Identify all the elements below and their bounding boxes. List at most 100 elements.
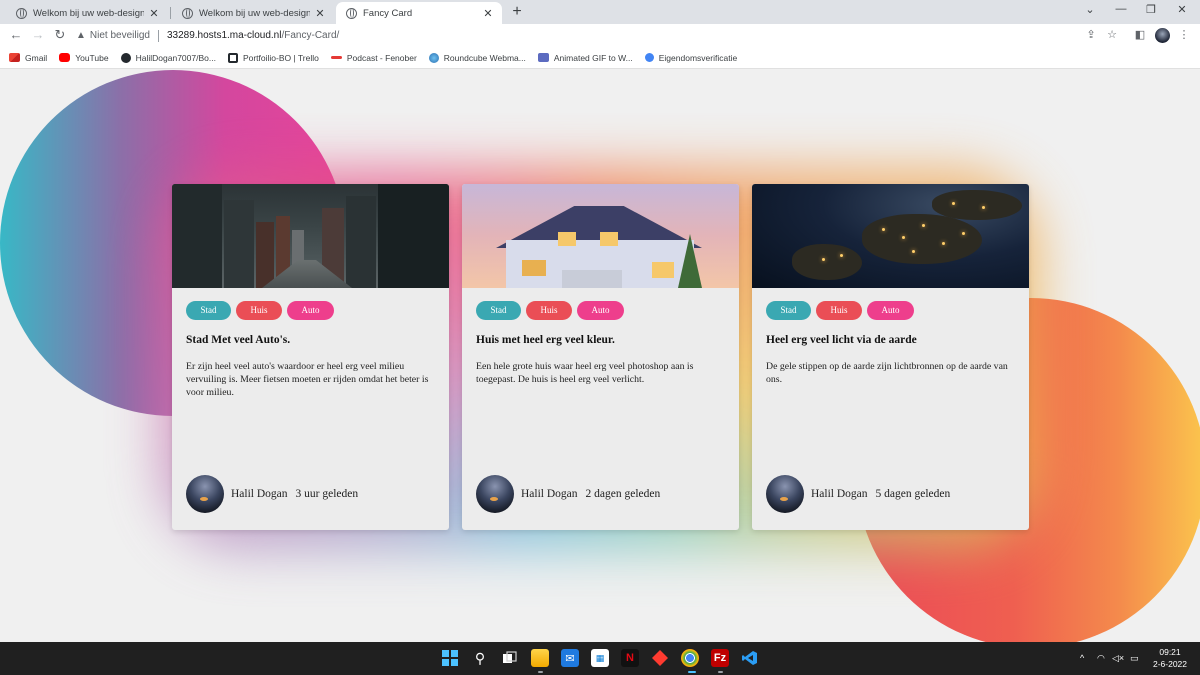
back-button[interactable]: ← [8,27,24,42]
github-icon [120,52,131,63]
author-avatar [186,475,224,513]
author-avatar [766,475,804,513]
trello-icon [227,52,238,63]
bookmarks-bar: Gmail YouTube HalilDogan7007/Bo... Portf… [0,47,1200,69]
tray-overflow-icon[interactable]: ^ [1080,653,1084,663]
bookmark-verification[interactable]: Eigendomsverificatie [644,52,738,63]
card-author: Halil Dogan 3 uur geleden [186,475,358,513]
warning-icon: ▲ [76,30,86,41]
roundcube-icon [428,52,439,63]
windows-start-icon[interactable] [441,649,459,667]
system-clock[interactable]: 09:21 2-6-2022 [1148,646,1192,670]
card: Stad Huis Auto Stad Met veel Auto's. Er … [172,184,449,530]
author-name: Halil Dogan [231,488,288,500]
author-avatar [476,475,514,513]
tag-auto[interactable]: Auto [577,301,624,320]
tag-auto[interactable]: Auto [867,301,914,320]
close-tab-icon[interactable]: ✕ [148,7,160,20]
url-path: /Fancy-Card/ [281,30,340,41]
card-author: Halil Dogan 5 dagen geleden [766,475,950,513]
card-text: De gele stippen op de aarde zijn lichtbr… [766,361,1008,385]
task-view-icon[interactable] [501,649,519,667]
tag-auto[interactable]: Auto [287,301,334,320]
side-panel-icon[interactable]: ◧ [1133,28,1147,41]
chrome-icon[interactable] [681,649,699,667]
store-icon[interactable]: ▦ [591,649,609,667]
security-label: Niet beveiligd [89,30,150,41]
more-menu-icon[interactable]: ⋮ [1177,28,1191,41]
share-icon[interactable]: ⇪ [1084,28,1098,41]
close-tab-icon[interactable]: ✕ [314,7,326,20]
filezilla-icon[interactable]: Fz [711,649,729,667]
browser-tab[interactable]: Welkom bij uw web-design webs ✕ [172,2,334,24]
running-indicator [718,671,723,673]
globe-icon [16,7,27,19]
tag-stad[interactable]: Stad [186,301,231,320]
bookmark-roundcube[interactable]: Roundcube Webma... [428,52,526,63]
clock-time: 09:21 [1159,647,1181,657]
browser-tab[interactable]: Welkom bij uw web-design webs ✕ [6,2,168,24]
bookmark-podcast[interactable]: Podcast - Fenober [330,52,417,63]
bookmark-github[interactable]: HalilDogan7007/Bo... [120,52,216,63]
earth-at-night-photo [752,184,1029,288]
gif-icon [537,53,549,62]
tag-stad[interactable]: Stad [766,301,811,320]
bookmark-trello[interactable]: Portfoilio-BO | Trello [227,52,319,63]
app-icon[interactable] [651,649,669,667]
wifi-icon[interactable]: ◠ [1097,653,1105,664]
tag-stad[interactable]: Stad [476,301,521,320]
restore-button[interactable]: ❐ [1143,3,1159,16]
forward-button[interactable]: → [30,27,46,42]
card-author: Halil Dogan 2 dagen geleden [476,475,660,513]
profile-avatar[interactable] [1155,28,1170,43]
omnibox-divider [157,29,159,42]
tag-huis[interactable]: Huis [236,301,282,320]
tag-huis[interactable]: Huis [816,301,862,320]
mail-icon[interactable]: ✉ [561,649,579,667]
bookmark-label: Podcast - Fenober [346,52,417,63]
bookmark-gif[interactable]: Animated GIF to W... [537,53,633,63]
tag-huis[interactable]: Huis [526,301,572,320]
clock-date: 2-6-2022 [1152,659,1188,669]
card: Stad Huis Auto Huis met heel erg veel kl… [462,184,739,530]
globe-icon [182,7,193,19]
netflix-icon[interactable]: N [621,649,639,667]
volume-icon[interactable]: ◁× [1112,653,1124,664]
address-bar[interactable]: ▲ Niet beveiligd 33289.hosts1.ma-cloud.n… [76,26,1136,45]
battery-icon[interactable]: ▭ [1130,653,1139,664]
bookmark-label: Eigendomsverificatie [658,52,738,63]
verification-icon [644,53,654,62]
card: Stad Huis Auto Heel erg veel licht via d… [752,184,1029,530]
page-viewport: Stad Huis Auto Stad Met veel Auto's. Er … [0,70,1200,642]
close-tab-icon[interactable]: ✕ [482,7,494,20]
tab-separator [170,7,171,19]
card-title: Huis met heel erg veel kleur. [476,334,615,346]
bookmark-label: HalilDogan7007/Bo... [135,52,216,63]
search-icon[interactable]: ⚲ [471,649,489,667]
bookmark-label: YouTube [75,52,109,63]
windows-taskbar: ⚲ ✉ ▦ N Fz ^ ◠ ◁× ▭ 09:21 2-6-2022 [0,642,1200,675]
close-window-button[interactable]: ✕ [1174,3,1190,16]
bookmark-youtube[interactable]: YouTube [59,52,109,63]
tag-list: Stad Huis Auto [476,301,624,320]
tag-list: Stad Huis Auto [766,301,914,320]
youtube-icon [59,53,71,62]
reload-button[interactable]: ↻ [52,27,68,43]
minimize-button[interactable]: — [1113,3,1129,15]
city-street-photo [172,184,449,288]
card-text: Een hele grote huis waar heel erg veel p… [476,361,694,385]
vscode-icon[interactable] [741,649,759,667]
post-time: 3 uur geleden [295,488,359,500]
bookmark-star-icon[interactable]: ☆ [1105,28,1119,41]
new-tab-button[interactable]: + [509,3,525,21]
browser-toolbar: ← → ↻ ▲ Niet beveiligd 33289.hosts1.ma-c… [0,24,1200,47]
tab-title: Fancy Card [363,7,413,19]
tab-search-icon[interactable]: ⌄ [1082,3,1098,16]
bookmark-label: Roundcube Webma... [443,52,526,63]
browser-tab-active[interactable]: Fancy Card ✕ [336,2,502,24]
gmail-icon [9,53,20,62]
running-indicator [688,671,696,673]
file-explorer-icon[interactable] [531,649,549,667]
bookmark-gmail[interactable]: Gmail [9,53,47,63]
tag-list: Stad Huis Auto [186,301,334,320]
